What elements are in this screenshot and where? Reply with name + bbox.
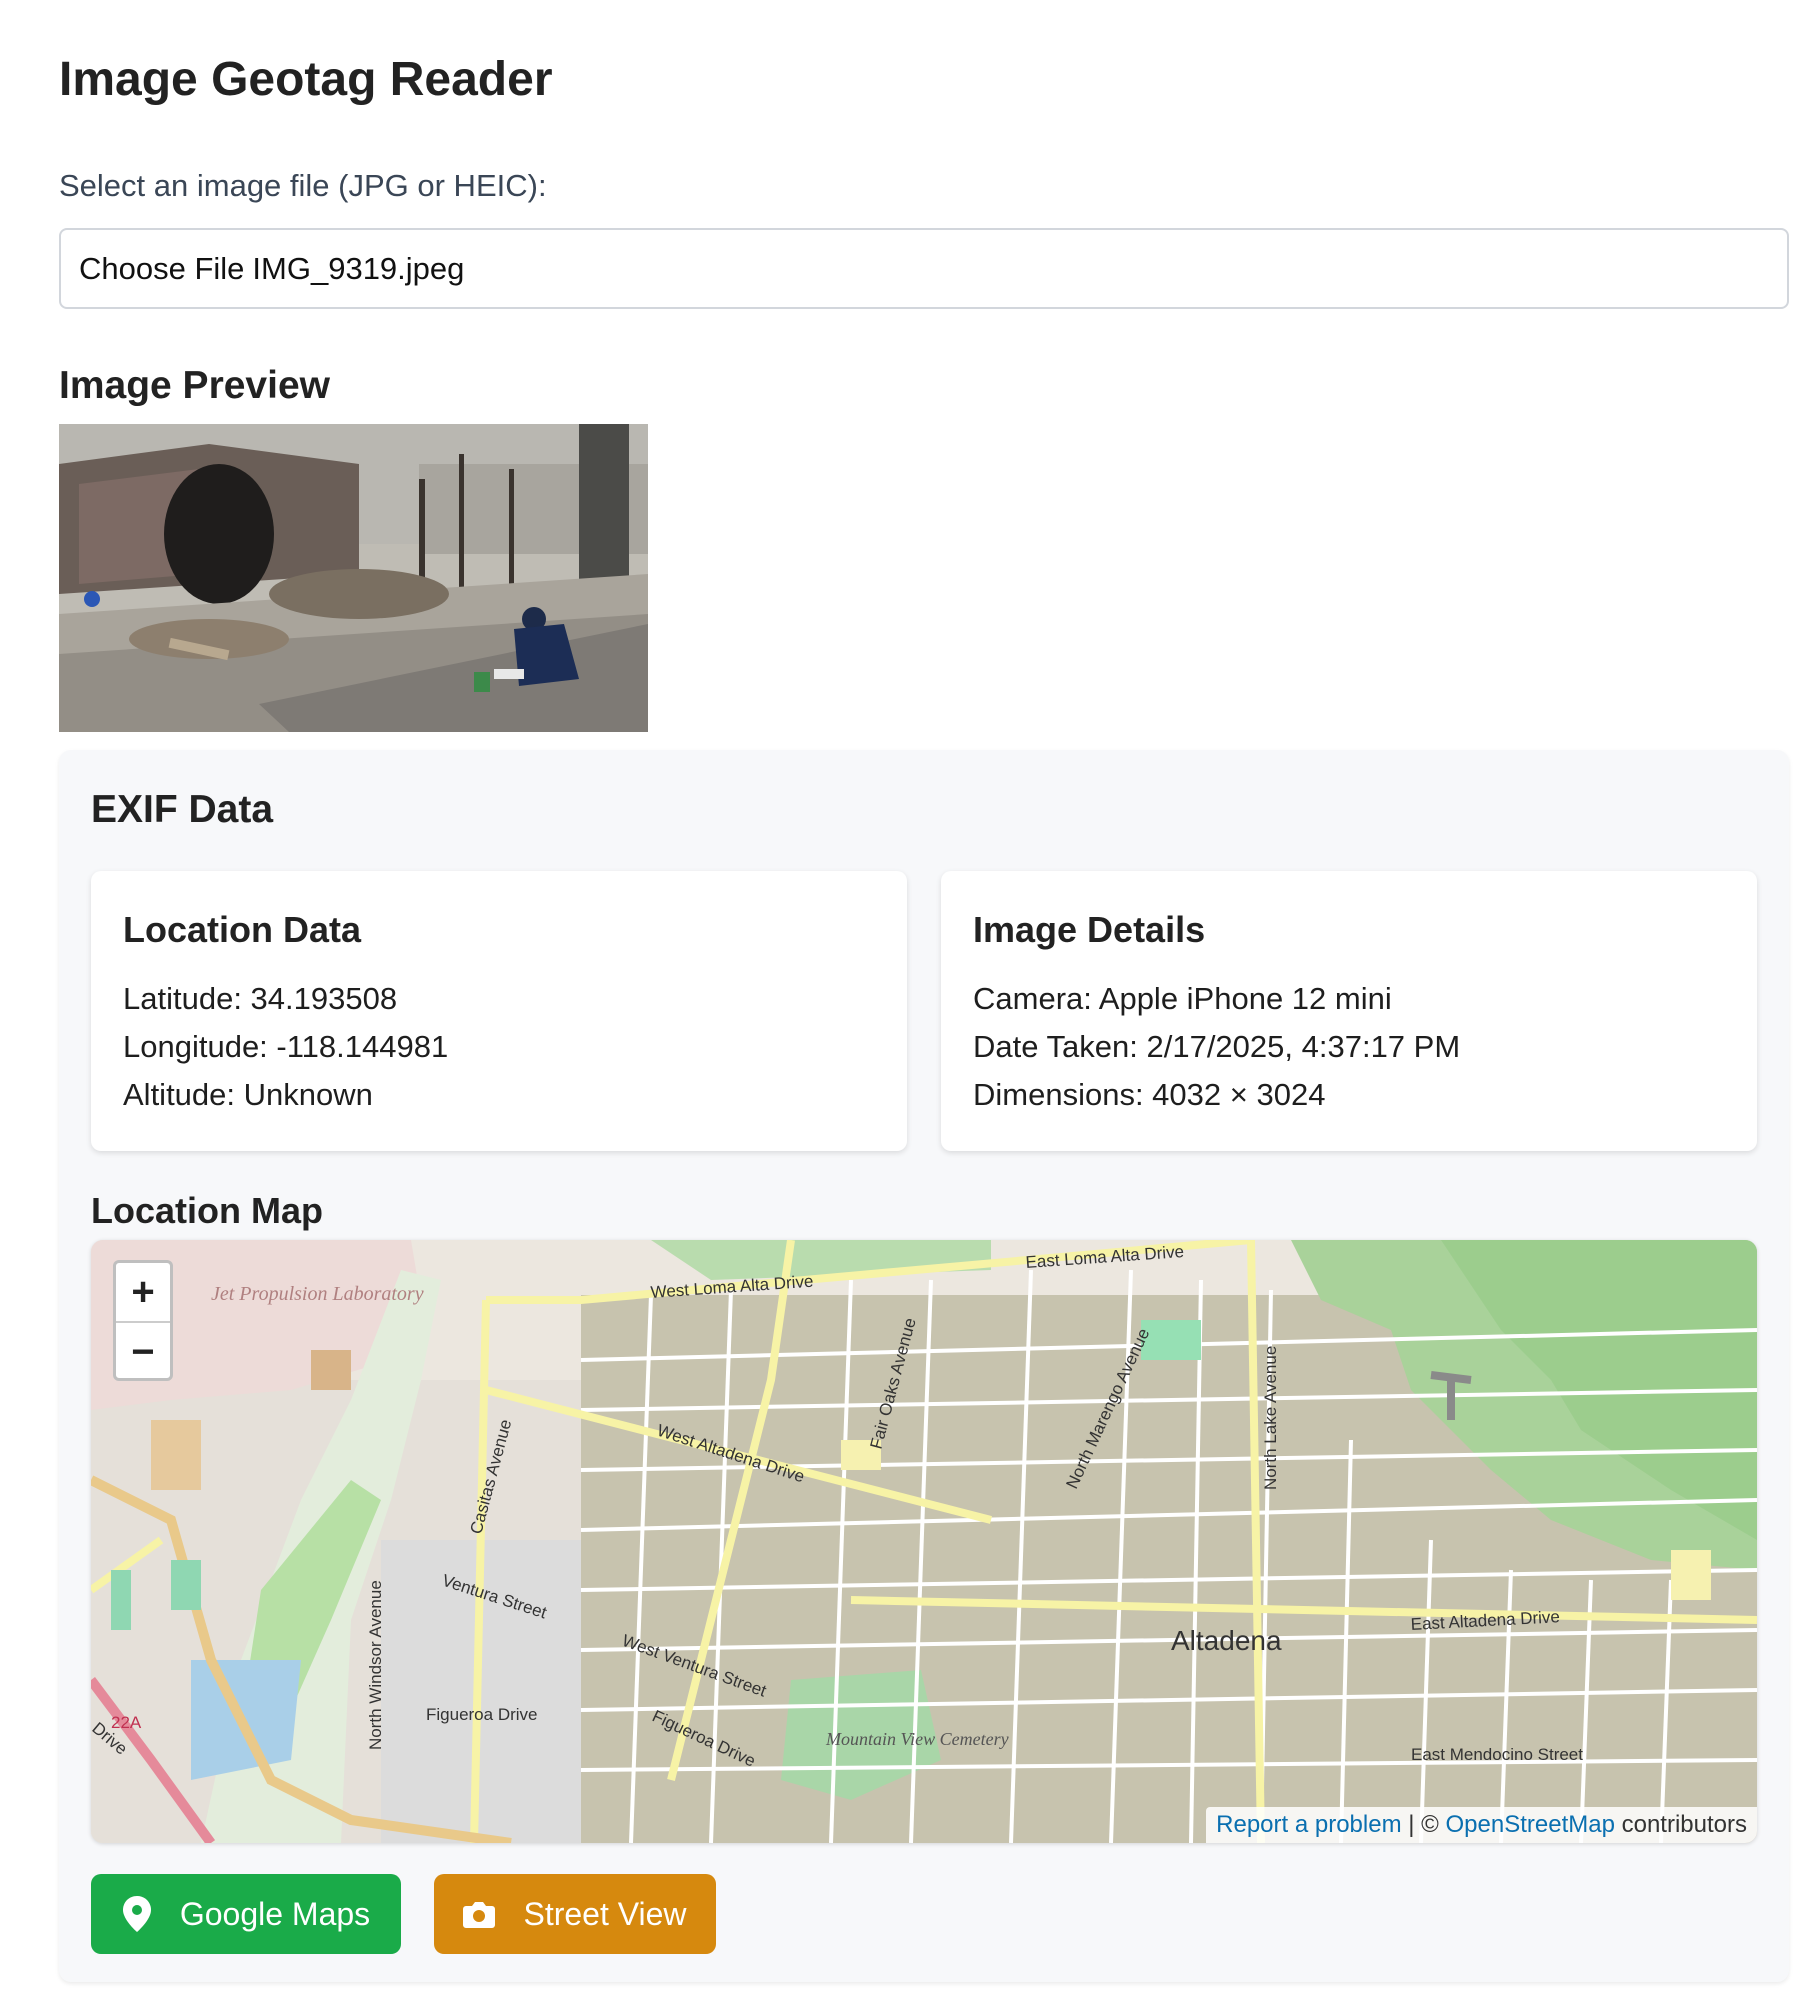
file-input-label: Select an image file (JPG or HEIC): — [59, 168, 547, 203]
map-label-jpl: Jet Propulsion Laboratory — [211, 1283, 424, 1305]
page-title: Image Geotag Reader — [59, 53, 553, 106]
image-details-title: Image Details — [973, 909, 1206, 950]
map-label-north-lake: North Lake Avenue — [1261, 1346, 1280, 1490]
map-label-east-mendocino: East Mendocino Street — [1411, 1745, 1583, 1764]
date-taken-row: Date Taken: 2/17/2025, 4:37:17 PM — [973, 1029, 1461, 1064]
street-view-label: Street View — [523, 1895, 687, 1932]
choose-file-button[interactable]: Choose File — [79, 251, 244, 287]
file-input[interactable]: Choose File IMG_9319.jpeg — [59, 228, 1789, 309]
map-label-mountain-view: Mountain View Cemetery — [825, 1729, 1009, 1749]
map-zoom-control: + − — [113, 1260, 173, 1381]
map-attribution: Report a problem | © OpenStreetMap contr… — [1206, 1807, 1757, 1843]
map-label-north-windsor: North Windsor Avenue — [366, 1580, 385, 1750]
map-label-altadena: Altadena — [1171, 1625, 1282, 1656]
report-problem-link[interactable]: Report a problem — [1216, 1811, 1401, 1838]
exif-title: EXIF Data — [91, 788, 274, 831]
dimensions-row: Dimensions: 4032 × 3024 — [973, 1077, 1326, 1112]
image-details-card: Image Details Camera: Apple iPhone 12 mi… — [941, 871, 1757, 1151]
attribution-contributors: contributors — [1614, 1811, 1747, 1838]
map-label-hwy: 22A — [111, 1713, 142, 1732]
location-data-title: Location Data — [123, 909, 362, 950]
camera-row: Camera: Apple iPhone 12 mini — [973, 981, 1392, 1016]
openstreetmap-link[interactable]: OpenStreetMap — [1446, 1811, 1615, 1838]
altitude-row: Altitude: Unknown — [123, 1077, 373, 1112]
preview-title: Image Preview — [59, 364, 330, 407]
zoom-in-button[interactable]: + — [116, 1263, 170, 1323]
image-preview — [59, 424, 648, 732]
street-view-button[interactable]: Street View — [434, 1874, 716, 1954]
zoom-out-button[interactable]: − — [116, 1323, 170, 1381]
latitude-row: Latitude: 34.193508 — [123, 981, 398, 1016]
google-maps-button[interactable]: Google Maps — [91, 1874, 401, 1954]
exif-panel: EXIF Data Location Data Latitude: 34.193… — [59, 750, 1789, 1982]
map-pin-icon — [122, 1896, 151, 1932]
longitude-row: Longitude: -118.144981 — [123, 1029, 449, 1064]
location-map-title: Location Map — [91, 1190, 323, 1231]
selected-filename: IMG_9319.jpeg — [252, 250, 465, 286]
attribution-separator: | © — [1401, 1811, 1446, 1838]
map-label-figueroa: Figueroa Drive — [426, 1705, 538, 1724]
camera-icon — [463, 1902, 496, 1928]
google-maps-label: Google Maps — [179, 1895, 371, 1932]
location-map[interactable]: Jet Propulsion Laboratory West Loma Alta… — [91, 1240, 1757, 1843]
location-data-card: Location Data Latitude: 34.193508 Longit… — [91, 871, 907, 1151]
